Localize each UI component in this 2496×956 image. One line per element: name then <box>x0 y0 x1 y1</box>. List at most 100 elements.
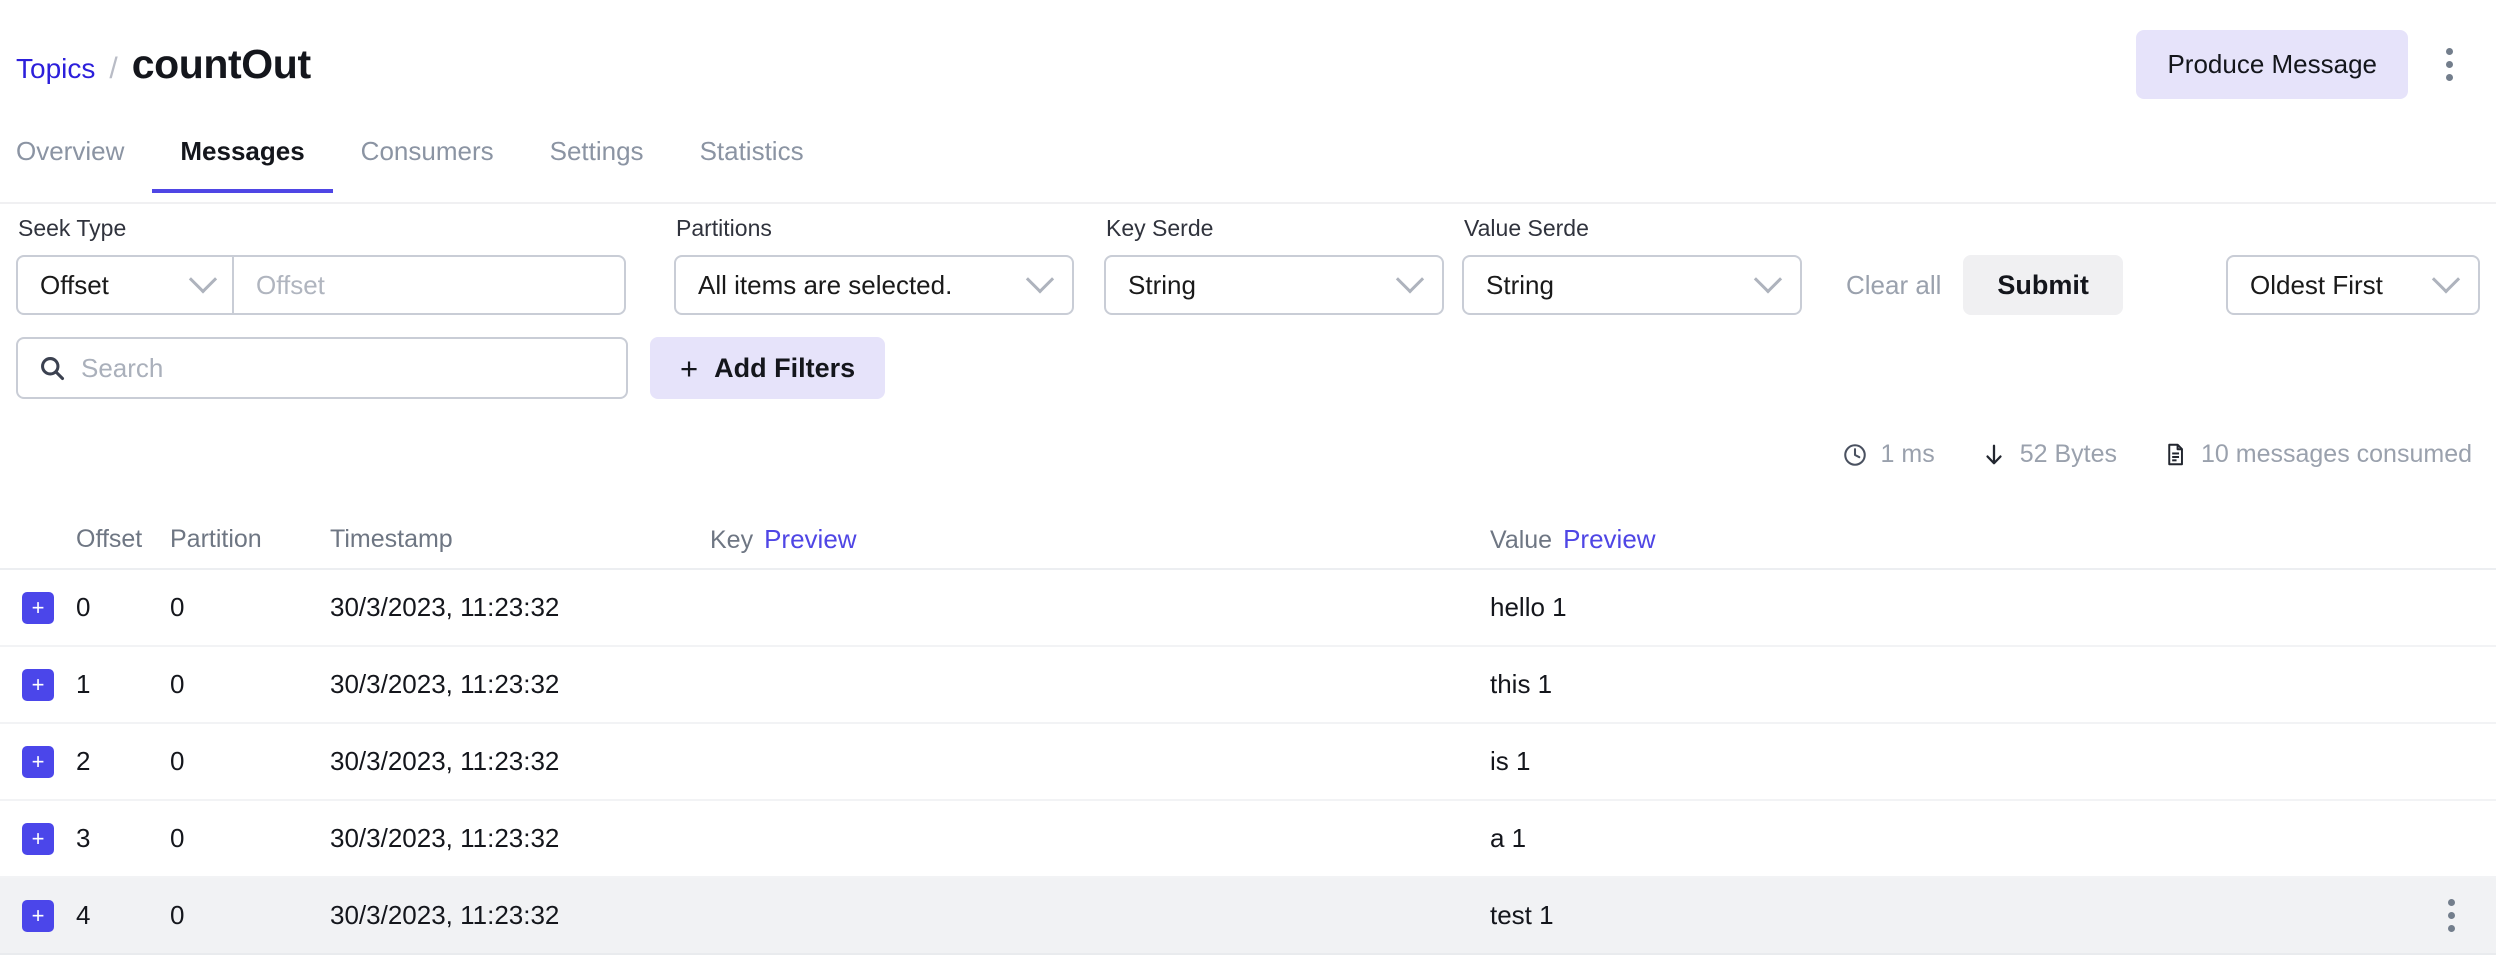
cell-value: test 1 <box>1490 900 1554 930</box>
partitions-label: Partitions <box>676 215 772 241</box>
cell-timestamp: 30/3/2023, 11:23:32 <box>330 900 560 930</box>
topic-messages-page: Topics / countOut Produce Message Overvi… <box>0 0 2496 956</box>
breadcrumb-link-topics[interactable]: Topics <box>16 53 95 85</box>
page-header: Topics / countOut Produce Message <box>0 0 2496 128</box>
chevron-down-icon <box>1753 265 1783 294</box>
stat-elapsed: 1 ms <box>1842 440 1935 469</box>
expand-row-button[interactable]: + <box>22 822 54 855</box>
stat-elapsed-value: 1 ms <box>1880 440 1935 468</box>
key-preview-link[interactable]: Preview <box>764 524 856 555</box>
cell-partition: 0 <box>170 746 185 776</box>
row-expand-cell: + <box>0 591 76 624</box>
seek-offset-placeholder: Offset <box>256 269 325 300</box>
table-header-row: Offset Partition Timestamp Key Preview V… <box>0 510 2496 570</box>
sort-order-select[interactable]: Oldest First <box>2226 255 2480 315</box>
value-preview-link[interactable]: Preview <box>1563 524 1655 555</box>
seek-type-select[interactable]: Offset <box>18 257 234 313</box>
table-row[interactable]: + 0 0 30/3/2023, 11:23:32 hello 1 <box>0 570 2496 647</box>
header-value: Value Preview <box>1490 524 2406 555</box>
messages-table: Offset Partition Timestamp Key Preview V… <box>0 510 2496 955</box>
cell-value: is 1 <box>1490 746 1531 776</box>
tab-overview[interactable]: Overview <box>16 128 152 191</box>
value-serde-select[interactable]: String <box>1462 255 1802 315</box>
seek-offset-input[interactable]: Offset <box>234 257 624 313</box>
stat-consumed-value: 10 messages consumed <box>2201 440 2472 468</box>
expand-row-button[interactable]: + <box>22 745 54 778</box>
partitions-group: Partitions All items are selected. <box>626 215 1074 315</box>
stat-size: 52 Bytes <box>1981 440 2117 469</box>
cell-offset: 2 <box>76 746 91 776</box>
value-serde-value: String <box>1486 269 1554 300</box>
cell-value: a 1 <box>1490 823 1527 853</box>
download-arrow-icon <box>1986 444 2002 464</box>
cell-timestamp: 30/3/2023, 11:23:32 <box>330 592 560 622</box>
cell-offset: 4 <box>76 900 91 930</box>
more-vertical-icon[interactable] <box>2426 41 2472 87</box>
cell-offset: 3 <box>76 823 91 853</box>
tab-messages[interactable]: Messages <box>152 128 333 193</box>
breadcrumb: Topics / countOut <box>0 41 311 88</box>
row-expand-cell: + <box>0 745 76 778</box>
seek-type-group: Seek Type Offset Offset <box>16 215 626 315</box>
cell-partition: 0 <box>170 669 185 699</box>
row-expand-cell: + <box>0 899 76 932</box>
document-icon <box>2168 443 2183 466</box>
header-key: Key Preview <box>710 524 1490 555</box>
table-row[interactable]: + 1 0 30/3/2023, 11:23:32 this 1 <box>0 647 2496 724</box>
expand-row-button[interactable]: + <box>22 899 54 932</box>
produce-message-button[interactable]: Produce Message <box>2136 29 2408 99</box>
submit-button[interactable]: Submit <box>1963 255 2123 315</box>
consumption-stats: 1 ms 52 Bytes 10 messages consumed <box>1842 440 2472 469</box>
key-serde-value: String <box>1128 269 1196 300</box>
stat-size-value: 52 Bytes <box>2019 440 2118 468</box>
cell-partition: 0 <box>170 592 185 622</box>
cell-offset: 1 <box>76 669 91 699</box>
tab-consumers[interactable]: Consumers <box>333 128 522 191</box>
cell-timestamp: 30/3/2023, 11:23:32 <box>330 823 560 853</box>
filter-bar: Seek Type Offset Offset Partitions All i… <box>16 215 2480 315</box>
search-row: Search + Add Filters <box>16 337 886 399</box>
search-placeholder: Search <box>81 352 164 383</box>
key-serde-select[interactable]: String <box>1104 255 1444 315</box>
chevron-down-icon <box>1025 265 1055 294</box>
chevron-down-icon <box>2431 265 2461 294</box>
key-serde-group: Key Serde String <box>1088 215 1444 315</box>
row-expand-cell: + <box>0 668 76 701</box>
sort-order-group: Oldest First <box>2226 255 2480 315</box>
cell-timestamp: 30/3/2023, 11:23:32 <box>330 746 560 776</box>
search-input[interactable]: Search <box>16 337 628 399</box>
expand-row-button[interactable]: + <box>22 668 54 701</box>
expand-row-button[interactable]: + <box>22 591 54 624</box>
header-value-label: Value <box>1490 525 1553 554</box>
table-row[interactable]: + 4 0 30/3/2023, 11:23:32 test 1 <box>0 878 2496 955</box>
cell-partition: 0 <box>170 823 185 853</box>
header-actions: Produce Message <box>2136 29 2496 99</box>
cell-partition: 0 <box>170 900 185 930</box>
chevron-down-icon <box>1395 265 1425 294</box>
more-vertical-icon[interactable] <box>2406 899 2496 932</box>
value-serde-label: Value Serde <box>1464 215 1589 241</box>
table-row[interactable]: + 3 0 30/3/2023, 11:23:32 a 1 <box>0 801 2496 878</box>
clear-all-button[interactable]: Clear all <box>1824 255 1963 315</box>
row-expand-cell: + <box>0 822 76 855</box>
cell-timestamp: 30/3/2023, 11:23:32 <box>330 669 560 699</box>
partitions-value: All items are selected. <box>698 269 953 300</box>
cell-value: this 1 <box>1490 669 1553 699</box>
stat-consumed: 10 messages consumed <box>2163 440 2472 469</box>
header-timestamp[interactable]: Timestamp <box>330 525 710 554</box>
add-filters-label: Add Filters <box>714 352 856 383</box>
add-filters-button[interactable]: + Add Filters <box>650 337 886 399</box>
seek-type-control: Offset Offset <box>16 255 626 315</box>
key-serde-label: Key Serde <box>1106 215 1214 241</box>
partitions-select[interactable]: All items are selected. <box>674 255 1074 315</box>
search-icon <box>41 357 65 381</box>
breadcrumb-separator: / <box>109 51 118 85</box>
cell-value: hello 1 <box>1490 592 1567 622</box>
page-title: countOut <box>131 40 311 87</box>
tab-statistics[interactable]: Statistics <box>672 128 832 191</box>
table-row[interactable]: + 2 0 30/3/2023, 11:23:32 is 1 <box>0 724 2496 801</box>
tab-settings[interactable]: Settings <box>522 128 672 191</box>
seek-type-value: Offset <box>40 269 109 300</box>
header-partition[interactable]: Partition <box>170 525 330 554</box>
header-offset[interactable]: Offset <box>76 525 170 554</box>
